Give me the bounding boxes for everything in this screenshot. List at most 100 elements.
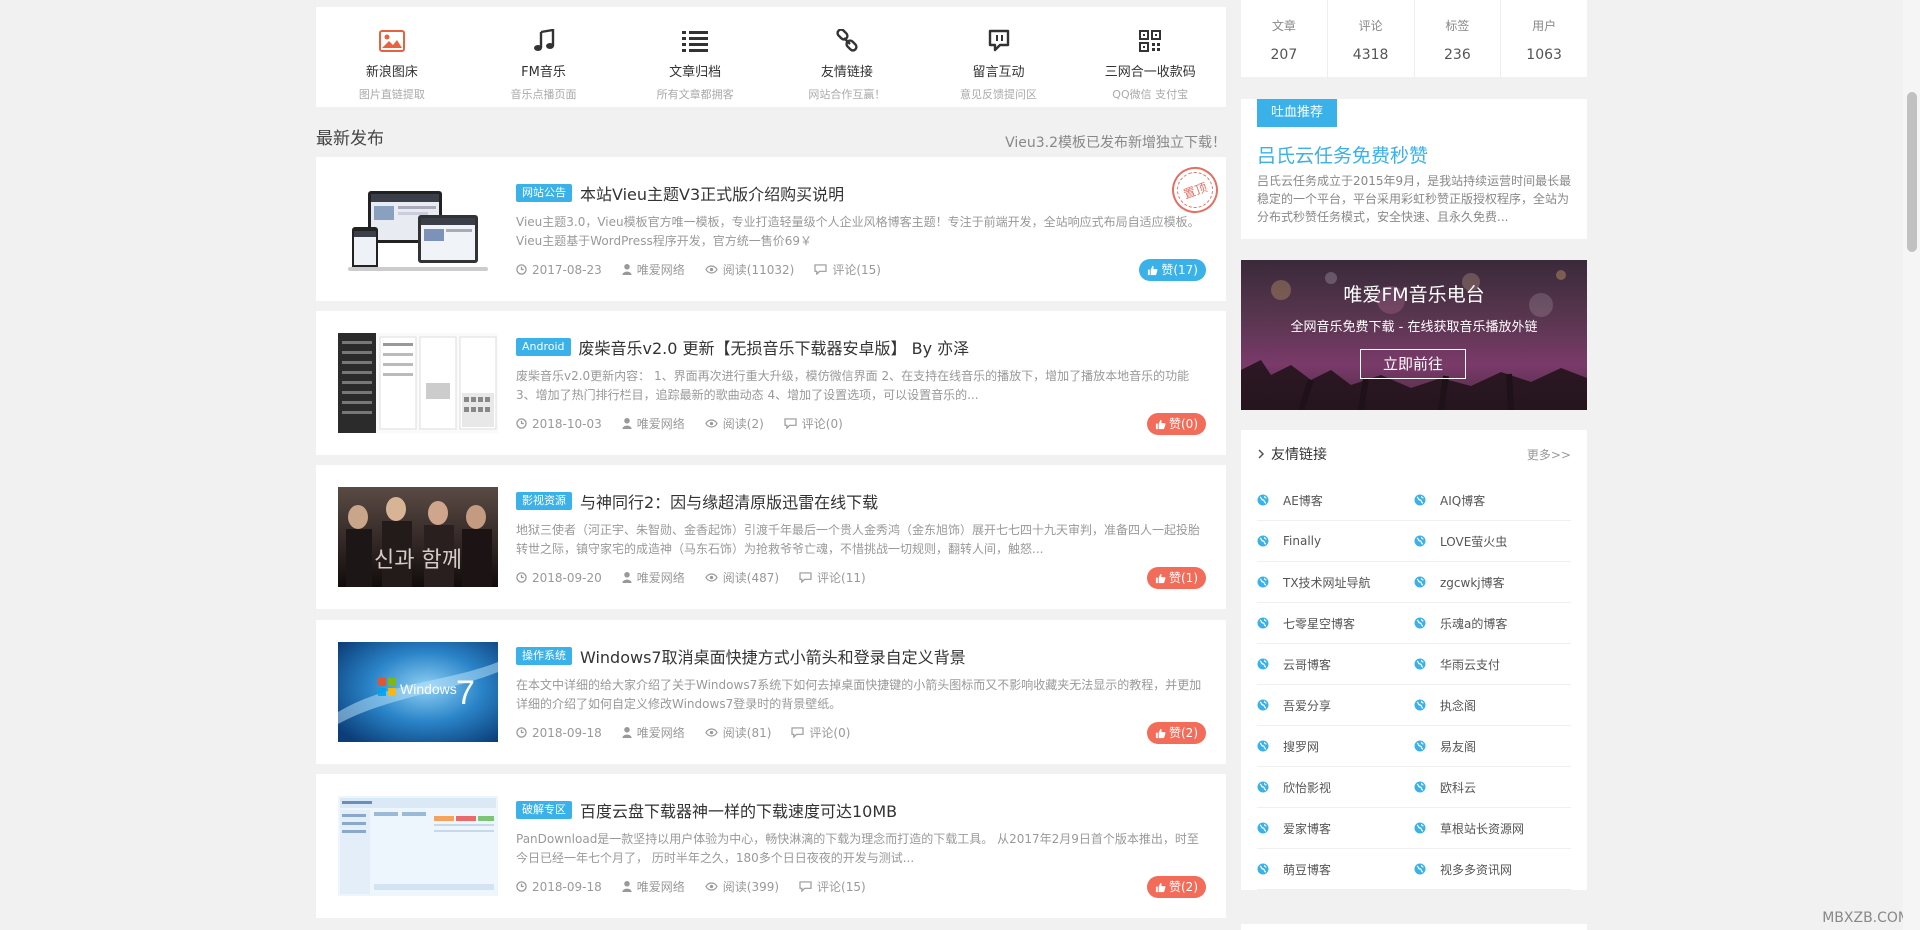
friend-link-item[interactable]: AIQ博客 bbox=[1414, 480, 1571, 521]
article-card[interactable]: Android 废柴音乐v2.0 更新【无损音乐下载器安卓版】 By 亦泽 废柴… bbox=[316, 311, 1226, 455]
stat-value: 1063 bbox=[1526, 47, 1562, 63]
category-tag[interactable]: 影视资源 bbox=[516, 492, 572, 510]
quicknav-item-archive[interactable]: 文章归档 所有文章都拥客 bbox=[619, 7, 771, 107]
page-scrollbar[interactable] bbox=[1903, 0, 1920, 930]
quicknav-title: 留言互动 bbox=[972, 65, 1025, 80]
friend-link-item[interactable]: 草根站长资源网 bbox=[1414, 808, 1571, 849]
friend-link-item[interactable]: 欧科云 bbox=[1414, 767, 1571, 808]
links-title: 友情链接 bbox=[1271, 447, 1327, 463]
article-thumbnail[interactable] bbox=[338, 796, 498, 896]
meta-author[interactable]: 唯爱网络 bbox=[622, 569, 685, 586]
article-title[interactable]: 与神同行2：因与缘超清原版迅雷在线下载 bbox=[580, 489, 878, 513]
article-title[interactable]: Windows7取消桌面快捷方式小箭头和登录自定义背景 bbox=[580, 644, 966, 668]
friend-link-item[interactable]: AE博客 bbox=[1257, 480, 1414, 521]
friend-link-label: 易友阁 bbox=[1440, 739, 1477, 754]
like-button[interactable]: 赞(17) bbox=[1139, 259, 1206, 281]
friend-link-item[interactable]: 云哥博客 bbox=[1257, 644, 1414, 685]
meta-views: 阅读(399) bbox=[704, 878, 779, 895]
friend-link-item[interactable]: 搜罗网 bbox=[1257, 726, 1414, 767]
meta-author[interactable]: 唯爱网络 bbox=[622, 724, 685, 741]
friend-link-label: 萌豆博客 bbox=[1283, 862, 1332, 877]
article-thumbnail[interactable]: Windows 7 bbox=[338, 642, 498, 742]
globe-icon bbox=[1414, 781, 1426, 793]
fm-banner[interactable]: 唯爱FM音乐电台 全网音乐免费下载 - 在线获取音乐播放外链 立即前往 bbox=[1241, 260, 1587, 410]
meta-author[interactable]: 唯爱网络 bbox=[622, 878, 685, 895]
meta-author[interactable]: 唯爱网络 bbox=[622, 415, 685, 432]
globe-icon bbox=[1414, 617, 1426, 629]
go-now-button[interactable]: 立即前往 bbox=[1360, 349, 1466, 379]
friend-link-item[interactable]: TX技术网址导航 bbox=[1257, 562, 1414, 603]
article-thumbnail[interactable]: 신과 함께 bbox=[338, 487, 498, 587]
meta-comments[interactable]: 评论(0) bbox=[784, 415, 843, 432]
quicknav-item-fm-music[interactable]: FM音乐 音乐点播页面 bbox=[468, 7, 620, 107]
meta-comments[interactable]: 评论(15) bbox=[799, 878, 866, 895]
article-card[interactable]: 신과 함께 影视资源 与神同行2：因与缘超清原版迅雷在线下载 地狱三使者（河正宇… bbox=[316, 465, 1226, 609]
article-thumbnail[interactable] bbox=[338, 179, 498, 279]
scrollbar-thumb[interactable] bbox=[1907, 92, 1917, 252]
friend-link-item[interactable]: 爱家博客 bbox=[1257, 808, 1414, 849]
quicknav-item-guestbook[interactable]: 留言互动 意见反馈提问区 bbox=[923, 7, 1075, 107]
article-card[interactable]: 破解专区 百度云盘下载器神一样的下载速度可达10MB PanDownload是一… bbox=[316, 774, 1226, 918]
quicknav-item-image-host[interactable]: 新浪图床 图片直链提取 bbox=[316, 7, 468, 107]
stat-label: 文章 bbox=[1271, 19, 1296, 33]
user-icon bbox=[622, 418, 632, 429]
like-button[interactable]: 赞(2) bbox=[1147, 876, 1206, 898]
globe-icon bbox=[1257, 781, 1269, 793]
friend-link-item[interactable]: 萌豆博客 bbox=[1257, 849, 1414, 890]
links-more-link[interactable]: 更多>> bbox=[1527, 446, 1571, 463]
friend-link-item[interactable]: 易友阁 bbox=[1414, 726, 1571, 767]
friend-link-item[interactable]: 乐魂a的博客 bbox=[1414, 603, 1571, 644]
meta-comments[interactable]: 评论(15) bbox=[814, 261, 881, 278]
article-header: 破解专区 百度云盘下载器神一样的下载速度可达10MB bbox=[516, 798, 897, 822]
category-tag[interactable]: 破解专区 bbox=[516, 801, 572, 819]
friend-link-item[interactable]: 吾爱分享 bbox=[1257, 685, 1414, 726]
quicknav-title: 友情链接 bbox=[820, 65, 873, 80]
eye-icon bbox=[704, 265, 718, 274]
meta-author[interactable]: 唯爱网络 bbox=[622, 261, 685, 278]
article-title[interactable]: 百度云盘下载器神一样的下载速度可达10MB bbox=[580, 798, 897, 822]
friend-link-label: 吾爱分享 bbox=[1283, 698, 1332, 713]
friend-link-label: AE博客 bbox=[1283, 493, 1323, 508]
promo-widget: 吐血推荐 吕氏云任务免费秒赞 吕氏云任务成立于2015年9月，是我站持续运营时间… bbox=[1241, 99, 1587, 239]
category-tag[interactable]: 操作系统 bbox=[516, 647, 572, 665]
qrcode-icon bbox=[1136, 27, 1164, 55]
category-tag[interactable]: 网站公告 bbox=[516, 184, 572, 202]
article-card[interactable]: 网站公告 本站Vieu主题V3正式版介绍购买说明 Vieu主题3.0，Vieu模… bbox=[316, 157, 1226, 301]
meta-date: 2017-08-23 bbox=[516, 261, 602, 278]
category-tag[interactable]: Android bbox=[516, 338, 571, 356]
user-icon bbox=[622, 264, 632, 275]
stat-value: 207 bbox=[1270, 47, 1298, 63]
friend-link-item[interactable]: 华雨云支付 bbox=[1414, 644, 1571, 685]
clock-icon bbox=[516, 264, 527, 275]
meta-comments[interactable]: 评论(0) bbox=[791, 724, 850, 741]
article-title[interactable]: 废柴音乐v2.0 更新【无损音乐下载器安卓版】 By 亦泽 bbox=[579, 335, 970, 359]
quicknav-item-friend-links[interactable]: 友情链接 网站合作互赢！ bbox=[771, 7, 923, 107]
article-meta: 2018-09-18 唯爱网络 阅读(81) 评论(0) bbox=[516, 724, 870, 741]
quicknav-item-qrcode[interactable]: 三网合一收款码 QQ微信 支付宝 bbox=[1074, 7, 1226, 107]
friend-link-label: 搜罗网 bbox=[1283, 739, 1320, 754]
article-meta: 2018-10-03 唯爱网络 阅读(2) 评论(0) bbox=[516, 415, 863, 432]
friend-link-item[interactable]: 视多多资讯网 bbox=[1414, 849, 1571, 890]
friend-link-item[interactable]: 欣怡影视 bbox=[1257, 767, 1414, 808]
friend-link-item[interactable]: 执念阁 bbox=[1414, 685, 1571, 726]
article-title[interactable]: 本站Vieu主题V3正式版介绍购买说明 bbox=[580, 181, 844, 205]
clock-icon bbox=[516, 418, 527, 429]
friend-link-item[interactable]: Finally bbox=[1257, 521, 1414, 562]
article-thumbnail[interactable] bbox=[338, 333, 498, 433]
meta-comments[interactable]: 评论(11) bbox=[799, 569, 866, 586]
like-button[interactable]: 赞(0) bbox=[1147, 413, 1206, 435]
sticky-stamp: 置顶 bbox=[1165, 160, 1225, 220]
friend-link-item[interactable]: 七零星空博客 bbox=[1257, 603, 1414, 644]
links-grid: AE博客 AIQ博客 Finally LOVE萤火虫 TX技术网址导航 zgcwkj博客七… bbox=[1257, 480, 1571, 890]
section-notice[interactable]: Vieu3.2模板已发布新增独立下载！ bbox=[1005, 132, 1226, 152]
user-icon bbox=[622, 881, 632, 892]
promo-title[interactable]: 吕氏云任务免费秒赞 bbox=[1257, 141, 1428, 168]
friend-link-item[interactable]: LOVE萤火虫 bbox=[1414, 521, 1571, 562]
friend-link-label: 爱家博客 bbox=[1283, 821, 1332, 836]
friend-link-label: 云哥博客 bbox=[1283, 657, 1332, 672]
article-card[interactable]: Windows 7 操作系统 Windows7取消桌面快捷方式小箭头和登录自定义… bbox=[316, 620, 1226, 764]
friend-link-label: 七零星空博客 bbox=[1283, 616, 1356, 631]
like-button[interactable]: 赞(2) bbox=[1147, 722, 1206, 744]
like-button[interactable]: 赞(1) bbox=[1147, 567, 1206, 589]
friend-link-item[interactable]: zgcwkj博客 bbox=[1414, 562, 1571, 603]
